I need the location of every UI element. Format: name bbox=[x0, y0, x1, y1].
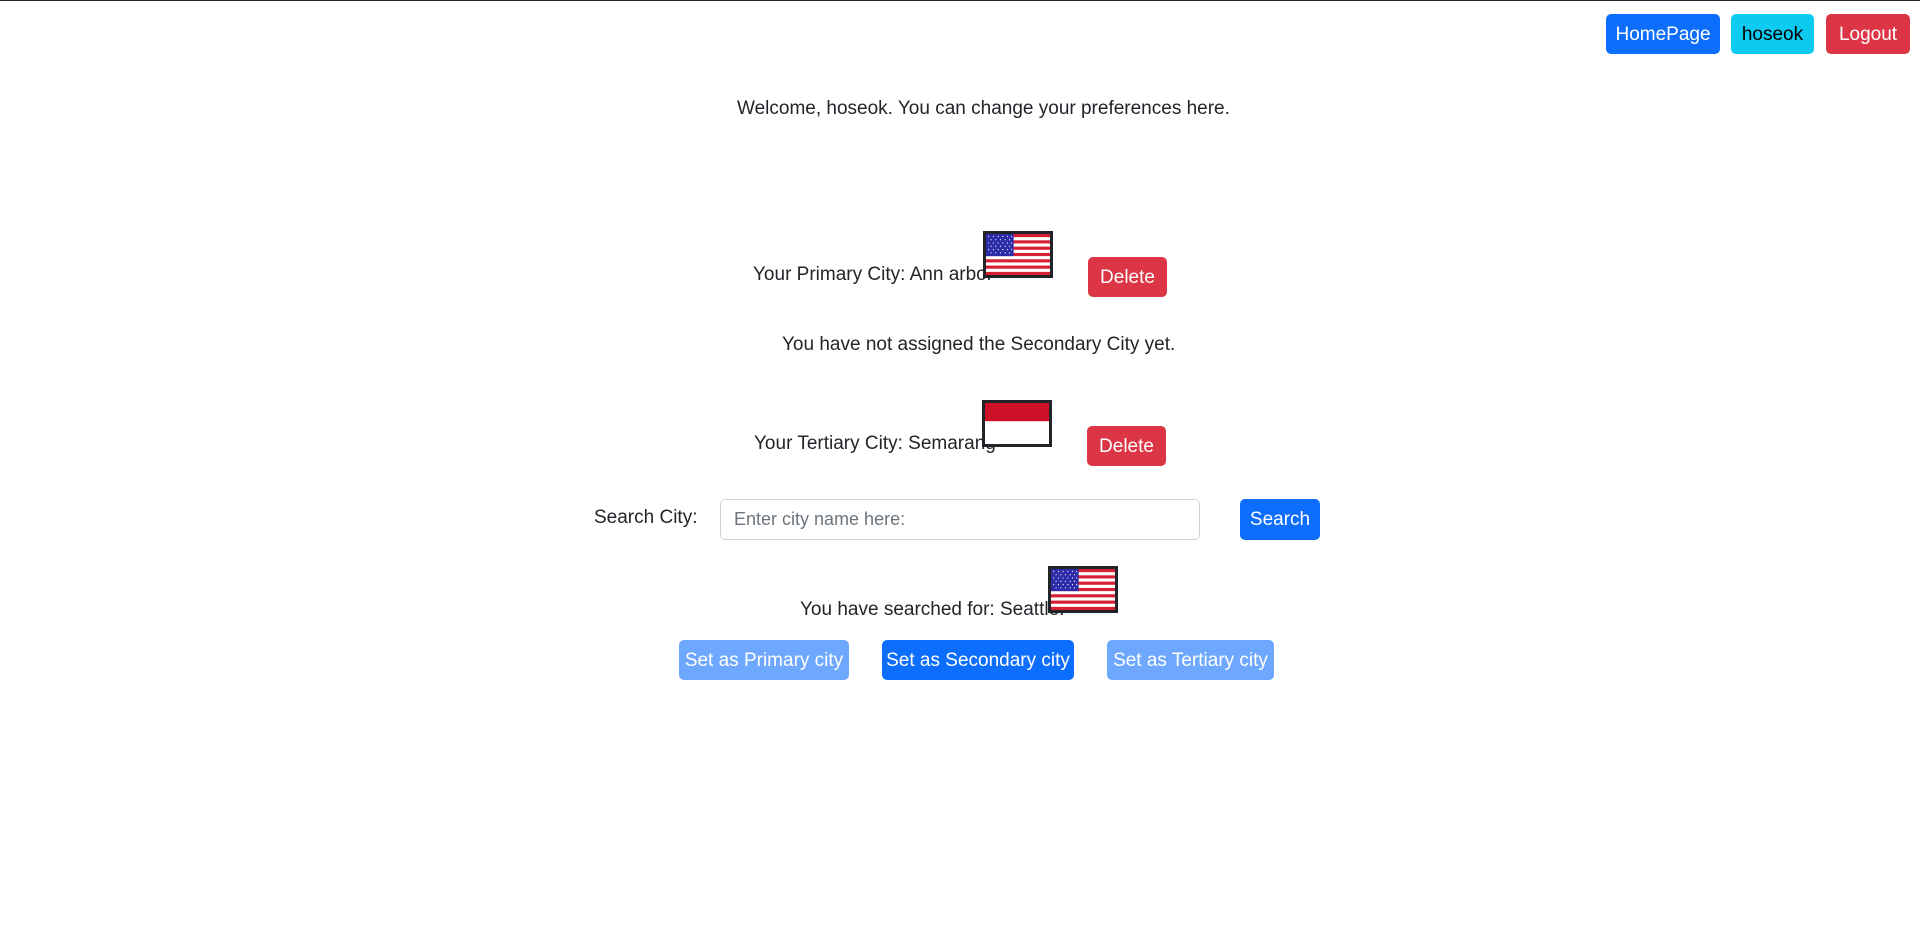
logout-button[interactable]: Logout bbox=[1826, 14, 1910, 54]
set-secondary-city-button[interactable]: Set as Secondary city bbox=[882, 640, 1074, 680]
search-city-label: Search City: bbox=[594, 507, 698, 528]
search-city-input[interactable] bbox=[720, 499, 1200, 540]
primary-city-text: Your Primary City: Ann arbor bbox=[753, 264, 994, 285]
indonesia-flag-icon bbox=[982, 400, 1052, 447]
search-result-text: You have searched for: Seattle. bbox=[800, 599, 1065, 620]
secondary-city-text: You have not assigned the Secondary City… bbox=[782, 334, 1176, 355]
user-button[interactable]: hoseok bbox=[1731, 14, 1814, 54]
set-tertiary-city-button[interactable]: Set as Tertiary city bbox=[1107, 640, 1274, 680]
us-flag-icon bbox=[983, 231, 1053, 278]
delete-tertiary-button[interactable]: Delete bbox=[1087, 426, 1166, 466]
welcome-message: Welcome, hoseok. You can change your pre… bbox=[737, 98, 1230, 119]
delete-primary-button[interactable]: Delete bbox=[1088, 257, 1167, 297]
us-flag-icon bbox=[1048, 566, 1118, 613]
search-button[interactable]: Search bbox=[1240, 499, 1320, 540]
preferences-page: HomePage hoseok Logout Welcome, hoseok. … bbox=[0, 0, 1920, 926]
homepage-button[interactable]: HomePage bbox=[1606, 14, 1720, 54]
tertiary-city-text: Your Tertiary City: Semarang bbox=[754, 433, 996, 454]
set-primary-city-button[interactable]: Set as Primary city bbox=[679, 640, 849, 680]
